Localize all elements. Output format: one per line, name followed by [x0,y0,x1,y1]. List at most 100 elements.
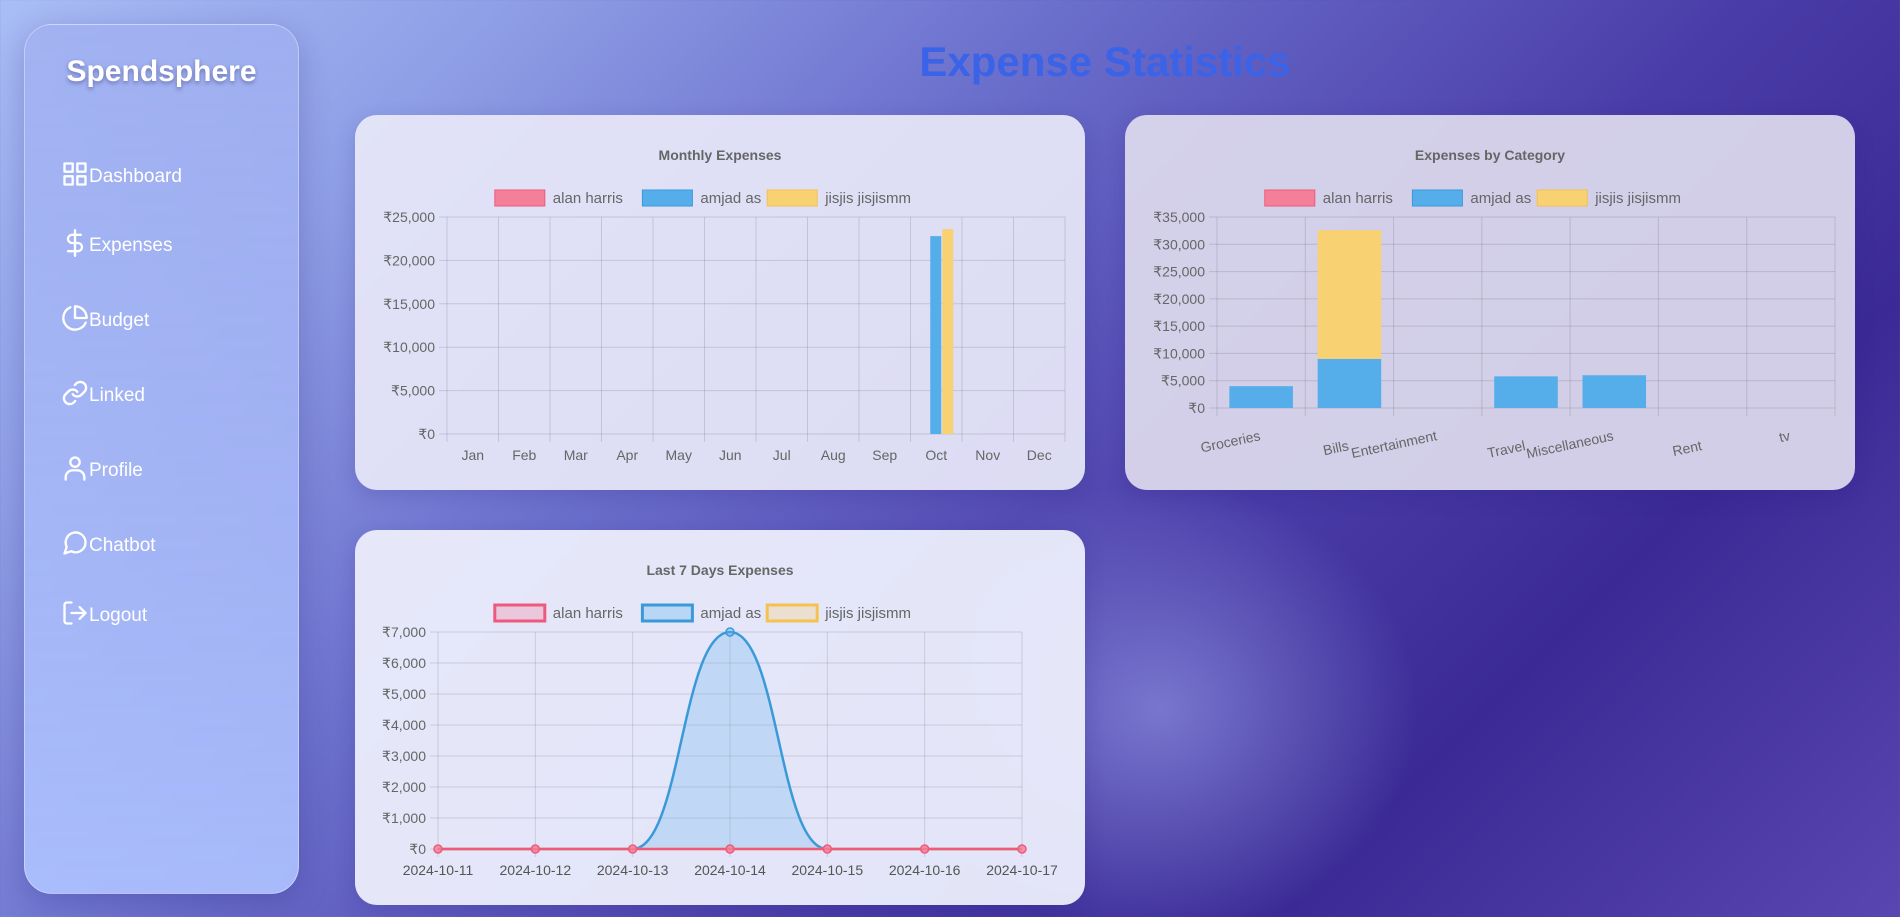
x-tick-label: May [666,447,692,463]
sidebar-item-label: Logout [89,605,148,626]
x-tick-label: Bills [1322,437,1350,458]
data-point [433,844,443,854]
sidebar-item-profile[interactable]: Profile [61,453,143,489]
y-tick-label: ₹25,000 [383,209,435,225]
user-icon [61,454,89,488]
last-7-days-chart: Last 7 Days Expenses ₹0 ₹1,000 ₹2,000 ₹3,000… [382,562,1058,878]
y-tick-label: ₹4,000 [382,717,426,733]
chart-title: Expenses by Category [1415,147,1565,163]
series-area [438,632,1022,849]
sidebar-item-logout[interactable]: Logout [61,598,147,634]
legend-swatch [641,189,693,207]
x-tick-label: Jun [719,447,742,463]
x-tick-label: Mar [564,447,588,463]
legend-swatch [494,189,546,207]
monthly-expenses-card: Monthly Expenses ₹0 ₹5,000 ₹10,000 ₹15,000 ₹2… [355,115,1085,490]
sidebar-item-label: Expenses [89,235,173,256]
legend-swatch [493,603,547,623]
legend-swatch [640,603,694,623]
x-tick-label: Jan [461,447,484,463]
legend-swatch [1264,189,1316,207]
x-tick-label: Entertainment [1350,427,1439,461]
legend-swatch [765,603,819,623]
x-tick-label: 2024-10-13 [597,862,669,878]
last-7-days-card: Last 7 Days Expenses ₹0 ₹1,000 ₹2,000 ₹3,000… [355,530,1085,905]
chart-title: Last 7 Days Expenses [646,562,793,578]
page-title: Expense Statistics [919,38,1291,85]
sidebar-item-label: Linked [89,385,145,406]
x-tick-label: 2024-10-11 [403,862,474,878]
bar [1229,386,1293,408]
legend-label: alan harris [553,605,623,622]
y-tick-label: ₹20,000 [383,252,435,268]
sidebar-item-expenses[interactable]: Expenses [61,228,172,264]
x-tick-label: Rent [1671,437,1703,459]
x-tick-label: Oct [925,447,947,463]
y-tick-label: ₹5,000 [382,686,426,702]
brand-logo: Spendsphere [66,55,257,88]
x-tick-label: Miscellaneous [1525,427,1615,461]
bar [1582,375,1647,408]
y-tick-label: ₹15,000 [1153,318,1205,334]
logout-icon [61,599,89,633]
sidebar-item-linked[interactable]: Linked [61,378,145,414]
x-tick-label: 2024-10-14 [694,862,766,878]
legend-label: alan harris [1323,190,1393,207]
bar [1317,230,1382,359]
x-tick-label: Nov [975,447,1000,463]
x-tick-label: Jul [773,447,791,463]
y-tick-label: ₹0 [418,426,435,442]
sidebar-item-label: Chatbot [89,535,156,556]
y-tick-label: ₹2,000 [382,779,426,795]
x-tick-label: Travel [1486,437,1527,461]
data-point [822,844,833,854]
y-tick-label: ₹5,000 [1161,373,1205,389]
sidebar-item-label: Budget [89,310,150,331]
bar [1494,376,1558,408]
bar [1317,358,1382,408]
y-tick-label: ₹3,000 [382,748,426,764]
y-tick-label: ₹35,000 [1153,209,1205,225]
chart-title: Monthly Expenses [659,147,782,163]
y-tick-label: ₹25,000 [1153,264,1205,280]
category-expenses-card: Expenses by Category ₹0 ₹5,000 ₹10,000 ₹15,0… [1125,115,1855,490]
sidebar-item-label: Dashboard [89,166,182,187]
y-tick-label: ₹6,000 [382,655,426,671]
x-tick-label: Apr [616,447,638,463]
x-tick-label: Sep [872,447,897,463]
dollar-icon [61,229,89,263]
y-tick-label: ₹5,000 [391,383,435,399]
x-tick-label: 2024-10-17 [986,862,1058,878]
data-point [725,844,735,854]
sidebar-item-chatbot[interactable]: Chatbot [61,528,156,564]
x-tick-label: 2024-10-16 [889,862,961,878]
data-point [530,844,541,854]
data-point [1017,844,1027,854]
legend-swatch [1411,189,1463,207]
sidebar-item-budget[interactable]: Budget [61,303,149,339]
y-tick-label: ₹0 [409,841,426,857]
bar [942,229,954,434]
y-tick-label: ₹0 [1188,400,1205,416]
data-point [725,627,735,637]
pie-chart-icon [61,304,89,338]
y-tick-label: ₹15,000 [383,296,435,312]
x-tick-label: Feb [512,447,536,463]
sidebar-item-dashboard[interactable]: Dashboard [61,159,182,195]
legend-swatch [766,189,818,207]
category-expenses-chart: Expenses by Category ₹0 ₹5,000 ₹10,000 ₹15,0… [1153,147,1836,461]
x-tick-label: tv [1778,427,1792,445]
legend-label: jisjis jisjismm [1594,190,1681,207]
x-tick-label: Groceries [1199,427,1262,455]
x-tick-label: Dec [1027,447,1052,463]
sidebar: Spendsphere Dashboard Expenses Budget Li… [24,24,299,894]
legend-label: amjad as [1470,190,1531,207]
link-icon [61,379,89,413]
legend-label: jisjis jisjismm [824,190,911,207]
monthly-expenses-chart: Monthly Expenses ₹0 ₹5,000 ₹10,000 ₹15,000 ₹2… [383,147,1066,463]
legend-swatch [1536,189,1588,207]
grid-icon [61,160,89,194]
data-point [627,844,638,854]
y-tick-label: ₹1,000 [382,810,426,826]
bar [930,236,942,434]
